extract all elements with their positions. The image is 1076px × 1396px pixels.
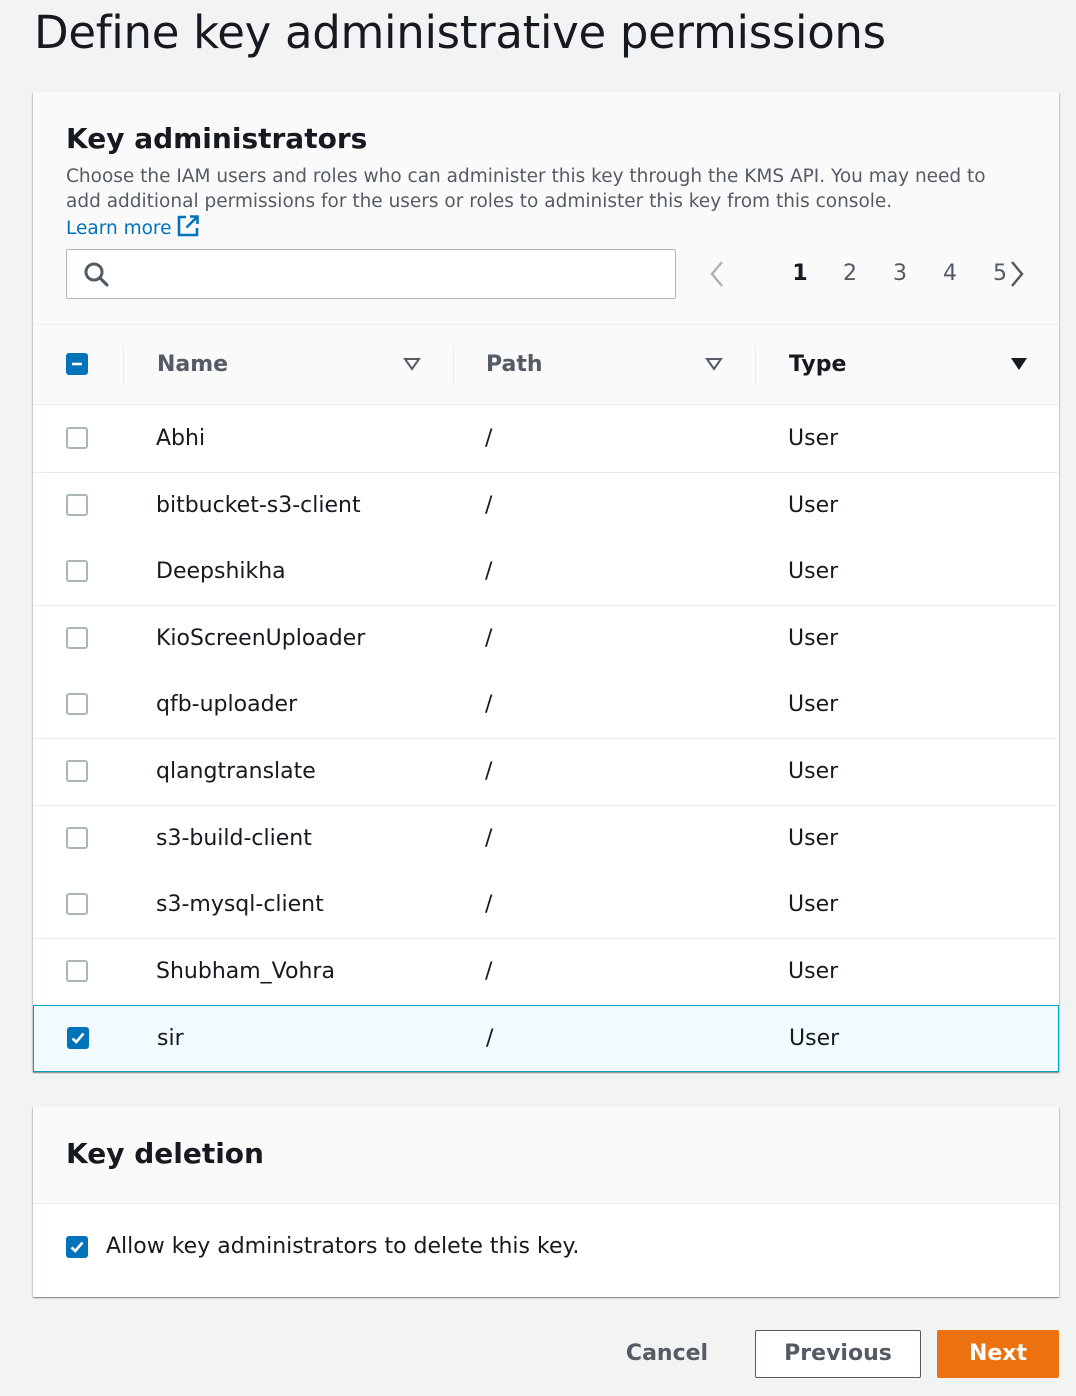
row-checkbox[interactable] [67,1027,89,1050]
chevron-right-icon [1011,261,1024,287]
column-separator [755,345,756,385]
select-all-checkbox[interactable] [66,353,88,375]
row-path: / [485,426,493,451]
key-administrators-title: Key administrators [66,122,368,155]
search-input[interactable] [66,249,676,299]
row-path: / [485,892,493,918]
row-checkbox[interactable] [66,760,88,782]
table-row[interactable]: bitbucket-s3-client / User [33,472,1059,540]
row-checkbox[interactable] [66,826,88,849]
search-icon [84,262,109,287]
row-name: s3-build-client [156,825,312,851]
column-separator [453,345,454,385]
pagination: 1 2 3 4 5 [703,256,1033,292]
row-name: s3-mysql-client [156,892,324,918]
row-name: Shubham_Vohra [156,958,335,984]
page-title: Define key administrative permissions [34,6,886,59]
row-path: / [485,759,493,784]
learn-more-label: Learn more [66,218,172,239]
row-name: qlangtranslate [156,759,316,784]
row-path: / [485,492,493,518]
table-row[interactable]: sir / User [33,1005,1059,1073]
page-4-button[interactable]: 4 [935,256,965,292]
row-path: / [485,825,493,851]
row-path: / [485,692,493,718]
cancel-button[interactable]: Cancel [612,1330,722,1378]
row-path: / [485,958,493,984]
row-type: User [788,625,839,651]
checkmark-icon [70,1241,84,1253]
row-type: User [788,692,839,718]
checkmark-icon [71,1033,85,1045]
table-row[interactable]: s3-mysql-client / User [33,872,1059,940]
external-link-icon [177,215,199,237]
row-checkbox[interactable] [66,893,88,916]
row-path: / [485,559,493,585]
key-administrators-panel: Key administrators Choose the IAM users … [33,92,1059,1073]
row-name: bitbucket-s3-client [156,492,361,518]
table-row[interactable]: Abhi / User [33,406,1059,473]
row-name: sir [157,1026,184,1052]
row-path: / [485,625,493,651]
row-name: Deepshikha [156,559,286,585]
row-type: User [788,492,839,518]
next-button[interactable]: Next [937,1330,1059,1378]
page-1-button[interactable]: 1 [785,256,815,292]
sort-descending-icon[interactable] [1010,357,1028,371]
page-2-button[interactable]: 2 [835,256,865,292]
row-name: Abhi [156,426,206,451]
row-name: KioScreenUploader [156,625,366,651]
description-text: Choose the IAM users and roles who can a… [66,166,986,212]
allow-delete-label[interactable]: Allow key administrators to delete this … [106,1234,579,1259]
table-row[interactable]: Deepshikha / User [33,539,1059,607]
column-header-path[interactable]: Path [486,352,543,377]
table-header: Name Path Type [33,324,1059,405]
key-deletion-panel: Key deletion Allow key administrators to… [33,1107,1059,1297]
row-type: User [788,892,839,918]
table-row[interactable]: qlangtranslate / User [33,739,1059,806]
learn-more-link[interactable]: Learn more [66,215,200,239]
column-separator [123,345,124,385]
row-path: / [486,1026,494,1052]
table-row[interactable]: s3-build-client / User [33,805,1059,873]
sort-icon[interactable] [403,357,421,371]
next-page-button[interactable] [1003,256,1031,292]
row-checkbox[interactable] [66,626,88,649]
page-3-button[interactable]: 3 [885,256,915,292]
row-checkbox[interactable] [66,427,88,449]
key-administrators-description: Choose the IAM users and roles who can a… [66,164,1016,241]
sort-icon[interactable] [705,357,723,371]
key-deletion-title: Key deletion [66,1137,264,1170]
row-checkbox[interactable] [66,959,88,982]
row-type: User [788,759,839,784]
row-type: User [789,1026,840,1052]
row-checkbox[interactable] [66,493,88,516]
row-checkbox[interactable] [66,560,88,583]
row-type: User [788,825,839,851]
previous-button[interactable]: Previous [755,1330,921,1378]
table-row[interactable]: KioScreenUploader / User [33,605,1059,673]
row-type: User [788,958,839,984]
column-header-name[interactable]: Name [157,352,228,377]
minus-icon [72,362,82,366]
table-row[interactable]: qfb-uploader / User [33,672,1059,740]
table-row[interactable]: Shubham_Vohra / User [33,938,1059,1006]
row-checkbox[interactable] [66,693,88,716]
row-type: User [788,559,839,585]
chevron-left-icon [710,261,723,287]
row-type: User [788,426,839,451]
column-header-type[interactable]: Type [789,352,846,377]
allow-delete-checkbox[interactable] [66,1236,88,1258]
row-name: qfb-uploader [156,692,298,718]
previous-page-button[interactable] [703,256,731,292]
